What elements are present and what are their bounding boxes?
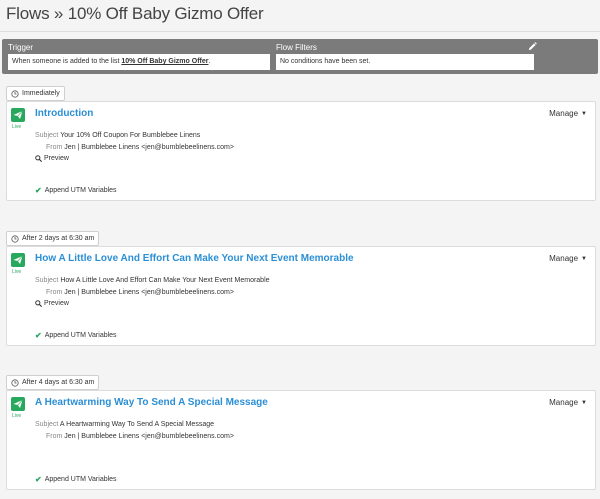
trigger-label: Trigger [8,43,34,52]
email-card: Live How A Little Love And Effort Can Ma… [6,246,596,346]
trigger-list-link[interactable]: 10% Off Baby Gizmo Offer [121,58,208,65]
manage-label: Manage [549,398,579,407]
status-label: Live [12,269,22,275]
utm-label: Append UTM Variables [44,476,117,483]
subject-value: Your 10% Off Coupon For Bumblebee Linens [60,132,201,139]
chevron-down-icon: ▼ [581,110,587,117]
delay-badge[interactable]: After 4 days at 6:30 am [6,375,100,390]
manage-dropdown[interactable]: Manage ▼ [549,109,587,118]
manage-dropdown[interactable]: Manage ▼ [549,398,587,407]
from-label: From [46,433,63,440]
from-row: From Jen | Bumblebee Linens <jen@bumbleb… [46,433,234,440]
email-name-link[interactable]: A Heartwarming Way To Send A Special Mes… [35,397,268,408]
subject-label: Subject [35,421,59,428]
chevron-down-icon: ▼ [581,255,587,262]
utm-row: ✔ Append UTM Variables [35,331,117,340]
from-value: Jen | Bumblebee Linens <jen@bumblebeelin… [64,289,234,296]
trigger-suffix: . [208,58,211,65]
email-name-link[interactable]: How A Little Love And Effort Can Make Yo… [35,253,354,264]
flow-settings-panel: Trigger When someone is added to the lis… [2,39,598,74]
trigger-box[interactable]: When someone is added to the list 10% Of… [8,54,270,70]
subject-row: Subject A Heartwarming Way To Send A Spe… [35,421,214,428]
preview-label: Preview [44,300,69,307]
magnifier-icon [35,155,42,162]
manage-dropdown[interactable]: Manage ▼ [549,254,587,263]
email-status-tile[interactable] [11,108,25,122]
flow-filters-value: No conditions have been set. [280,58,371,65]
subject-value: How A Little Love And Effort Can Make Yo… [60,277,270,284]
title-divider [0,31,600,32]
from-value: Jen | Bumblebee Linens <jen@bumblebeelin… [64,433,234,440]
delay-text: Immediately [22,90,60,97]
delay-text: After 4 days at 6:30 am [22,379,95,386]
email-status-tile[interactable] [11,397,25,411]
page-title: Flows » 10% Off Baby Gizmo Offer [6,4,264,23]
check-icon: ✔ [35,475,42,484]
send-icon [13,399,23,408]
subject-row: Subject How A Little Love And Effort Can… [35,277,270,284]
utm-row: ✔ Append UTM Variables [35,186,117,195]
send-icon [13,255,23,264]
delay-badge[interactable]: Immediately [6,86,65,101]
from-label: From [46,289,63,296]
utm-label: Append UTM Variables [44,332,117,339]
subject-label: Subject [35,132,59,139]
flow-filters-box[interactable]: No conditions have been set. [276,54,534,70]
from-value: Jen | Bumblebee Linens <jen@bumblebeelin… [64,144,234,151]
flow-filters-label: Flow Filters [276,43,317,52]
preview-link[interactable]: Preview [35,300,69,307]
subject-value: A Heartwarming Way To Send A Special Mes… [59,421,215,428]
email-card: Live A Heartwarming Way To Send A Specia… [6,390,596,490]
utm-row: ✔ Append UTM Variables [35,475,117,484]
email-status-tile[interactable] [11,253,25,267]
subject-label: Subject [35,277,59,284]
clock-icon [11,234,19,243]
subject-row: Subject Your 10% Off Coupon For Bumblebe… [35,132,200,139]
status-label: Live [12,413,22,419]
from-row: From Jen | Bumblebee Linens <jen@bumbleb… [46,289,234,296]
chevron-down-icon: ▼ [581,399,587,406]
email-name-link[interactable]: Introduction [35,108,93,119]
status-label: Live [12,124,22,130]
email-card: Live Introduction Manage ▼ Subject Your 1… [6,101,596,201]
check-icon: ✔ [35,331,42,340]
pencil-icon[interactable] [528,42,537,51]
send-icon [13,110,23,119]
manage-label: Manage [549,254,579,263]
preview-link[interactable]: Preview [35,155,69,162]
clock-icon [11,89,19,98]
preview-label: Preview [44,155,69,162]
utm-label: Append UTM Variables [44,187,117,194]
clock-icon [11,378,19,387]
check-icon: ✔ [35,186,42,195]
from-row: From Jen | Bumblebee Linens <jen@bumbleb… [46,144,234,151]
delay-text: After 2 days at 6:30 am [22,235,95,242]
delay-badge[interactable]: After 2 days at 6:30 am [6,231,100,246]
magnifier-icon [35,300,42,307]
manage-label: Manage [549,109,579,118]
from-label: From [46,144,63,151]
trigger-prefix: When someone is added to the list [12,58,122,65]
